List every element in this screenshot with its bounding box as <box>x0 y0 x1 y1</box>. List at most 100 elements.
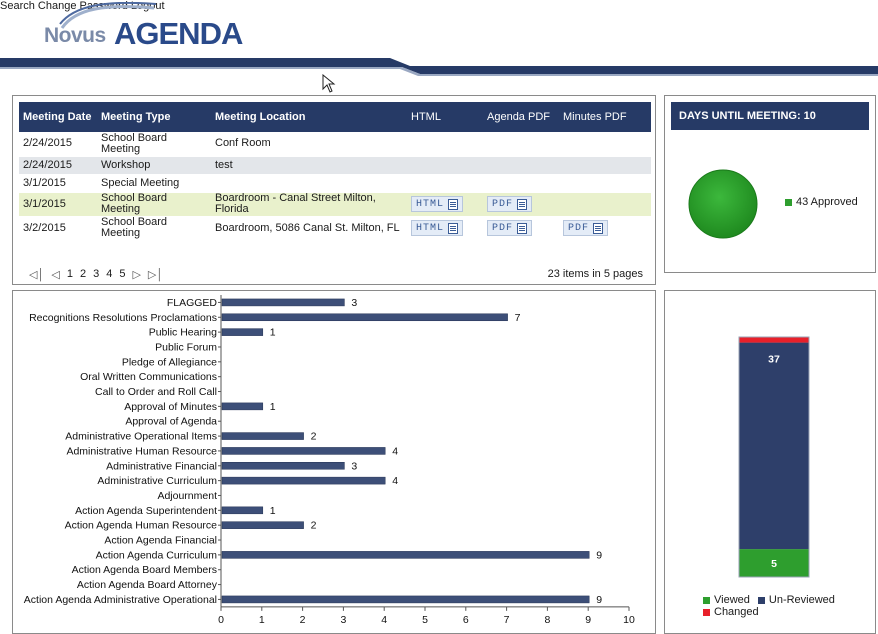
category-bar[interactable] <box>221 595 590 604</box>
category-label: Approval of Agenda <box>125 416 217 428</box>
cell-agenda-pdf: PDF <box>483 192 559 217</box>
cell-location: Conf Room <box>211 132 407 157</box>
category-bar[interactable] <box>221 328 264 336</box>
bar-value-label: 9 <box>596 549 602 561</box>
header-band <box>0 58 878 76</box>
page-link-4[interactable]: 4 <box>106 268 112 280</box>
pie-legend: 43 Approved <box>785 196 858 208</box>
category-bar[interactable] <box>221 506 264 515</box>
last-page-icon[interactable]: ▷│ <box>148 268 163 281</box>
legend-swatch-changed <box>703 608 710 616</box>
cell-minutes-pdf <box>559 174 651 193</box>
agenda-pdf-button[interactable]: PDF <box>487 196 533 212</box>
cell-agenda-pdf: PDF <box>483 216 559 241</box>
page-link-5[interactable]: 5 <box>119 268 125 280</box>
category-bar[interactable] <box>221 462 345 470</box>
document-icon <box>448 222 459 234</box>
category-label: Public Forum <box>155 341 217 353</box>
category-label: Action Agenda Financial <box>104 535 217 547</box>
table-row[interactable]: 3/2/2015 School Board Meeting Boardroom,… <box>19 216 651 241</box>
stack-segment-changed[interactable] <box>739 337 809 343</box>
category-bar[interactable] <box>221 476 386 485</box>
cell-agenda-pdf <box>483 156 559 175</box>
pdf-document-icon <box>517 198 528 210</box>
table-row[interactable]: 2/24/2015 School Board Meeting Conf Room <box>19 132 651 157</box>
category-bar[interactable] <box>221 313 508 322</box>
approved-pie-chart <box>688 169 758 239</box>
category-label: Pledge of Allegiance <box>122 356 217 368</box>
pdf-button-label: PDF <box>568 222 590 234</box>
category-label: Recognitions Resolutions Proclamations <box>29 312 217 324</box>
minutes-pdf-button[interactable]: PDF <box>563 220 609 236</box>
legend-label-viewed: Viewed <box>714 594 750 606</box>
table-row[interactable]: 2/24/2015 Workshop test <box>19 156 651 175</box>
cell-minutes-pdf <box>559 132 651 157</box>
cell-html: HTML <box>407 192 483 217</box>
agenda-category-bar-chart: FLAGGED 3 Recognitions Resolutions Proclam… <box>24 295 635 626</box>
category-label: Approval of Minutes <box>124 401 217 413</box>
review-legend: Viewed Un-Reviewed Changed <box>703 594 835 618</box>
pie-slice-approved[interactable] <box>688 169 758 239</box>
next-page-icon[interactable]: ▷ <box>132 268 140 281</box>
first-page-icon[interactable]: ◁│ <box>29 268 44 281</box>
x-tick-label: 3 <box>340 614 346 626</box>
table-row[interactable]: 3/1/2015 School Board Meeting Boardroom … <box>19 192 651 217</box>
category-bar[interactable] <box>221 521 304 529</box>
cell-date: 3/1/2015 <box>19 174 97 193</box>
nav-search-link[interactable]: Search <box>0 0 35 12</box>
agenda-pdf-button[interactable]: PDF <box>487 220 533 236</box>
legend-label-approved: 43 Approved <box>796 196 858 208</box>
category-label: Administrative Curriculum <box>97 475 217 487</box>
legend-swatch-approved <box>785 198 792 206</box>
meetings-table: Meeting Date Meeting Type Meeting Locati… <box>19 102 651 241</box>
stack-value-label: 5 <box>771 558 777 570</box>
bar-value-label: 9 <box>596 594 602 606</box>
html-agenda-button[interactable]: HTML <box>411 220 464 236</box>
cell-html: HTML <box>407 216 483 241</box>
category-label: Oral Written Communications <box>80 371 217 383</box>
bar-value-label: 7 <box>515 312 521 324</box>
column-header-meeting-date[interactable]: Meeting Date <box>19 102 97 132</box>
column-header-meeting-type[interactable]: Meeting Type <box>97 102 211 132</box>
app-header: Novus AGENDA Search Change Password Logo… <box>0 0 878 93</box>
x-tick-label: 4 <box>381 614 387 626</box>
cell-agenda-pdf <box>483 132 559 157</box>
category-label: Action Agenda Superintendent <box>75 505 217 517</box>
column-header-agenda-pdf: Agenda PDF <box>483 102 559 132</box>
stack-segment-un-reviewed[interactable] <box>739 342 809 550</box>
bar-value-label: 3 <box>351 297 357 309</box>
page-link-1[interactable]: 1 <box>67 268 73 280</box>
novus-agenda-logo: Novus AGENDA <box>36 2 256 60</box>
document-icon <box>448 198 459 210</box>
page-link-3[interactable]: 3 <box>93 268 99 280</box>
x-tick-label: 6 <box>463 614 469 626</box>
x-tick-label: 10 <box>623 614 635 626</box>
cell-date: 2/24/2015 <box>19 132 97 157</box>
html-agenda-button[interactable]: HTML <box>411 196 464 212</box>
stack-value-label: 37 <box>768 354 780 366</box>
column-header-meeting-location[interactable]: Meeting Location <box>211 102 407 132</box>
category-bar[interactable] <box>221 432 304 440</box>
x-tick-label: 7 <box>504 614 510 626</box>
bar-value-label: 3 <box>351 460 357 472</box>
cell-minutes-pdf <box>559 156 651 175</box>
legend-label-unreviewed: Un-Reviewed <box>768 594 835 606</box>
category-label: Action Agenda Human Resource <box>65 520 218 532</box>
category-bar[interactable] <box>221 298 345 307</box>
meetings-table-header-row: Meeting Date Meeting Type Meeting Locati… <box>19 102 651 132</box>
category-label: Action Agenda Board Attorney <box>77 579 218 591</box>
x-tick-label: 2 <box>300 614 306 626</box>
category-bar[interactable] <box>221 551 590 559</box>
legend-label-changed: Changed <box>714 606 759 618</box>
category-label: Adjournment <box>157 490 217 502</box>
cell-type: School Board Meeting <box>97 132 211 157</box>
page-link-2[interactable]: 2 <box>80 268 86 280</box>
table-row[interactable]: 3/1/2015 Special Meeting <box>19 174 651 193</box>
pdf-document-icon <box>593 222 604 234</box>
bar-value-label: 1 <box>270 401 276 413</box>
cell-date: 3/1/2015 <box>19 192 97 217</box>
previous-page-icon[interactable]: ◁ <box>51 268 59 281</box>
category-bar[interactable] <box>221 447 386 455</box>
category-bar[interactable] <box>221 402 264 411</box>
category-label: Administrative Human Resource <box>66 445 217 457</box>
